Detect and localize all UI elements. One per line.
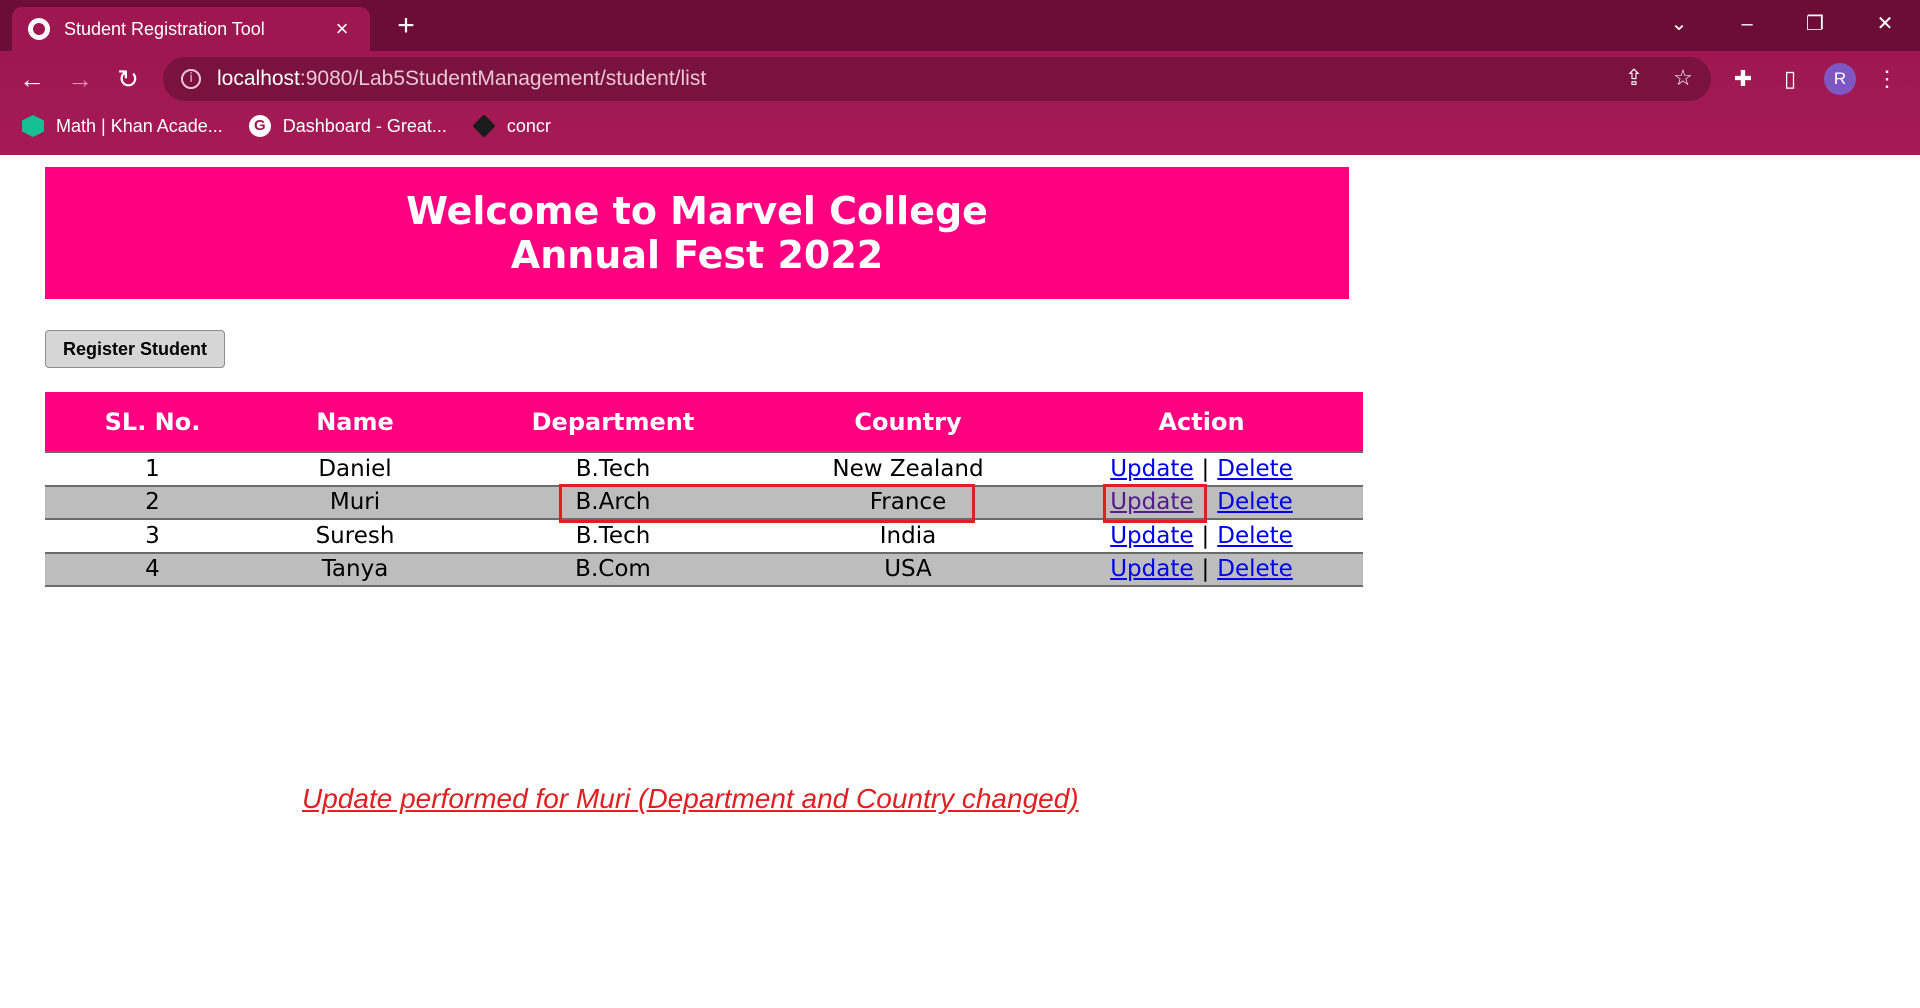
header-action: Action [1040,392,1363,453]
extensions-icon[interactable]: ✚ [1726,62,1760,96]
update-link[interactable]: Update [1110,456,1193,482]
url-path: :9080/Lab5StudentManagement/student/list [299,67,707,90]
table-header-row: SL. No. Name Department Country Action [45,392,1363,453]
header-department: Department [450,392,776,453]
header-sl-no: SL. No. [45,392,260,453]
cell-department: B.Arch [450,485,776,520]
menu-icon[interactable]: ⋮ [1870,62,1904,96]
cell-department: B.Tech [450,519,776,554]
table-row: 4 Tanya B.Com USA Update | Delete [45,552,1363,587]
khan-academy-icon [22,115,44,137]
cell-name: Daniel [260,452,450,487]
globe-icon [28,18,50,40]
bookmark-label: concr [506,115,551,136]
action-separator: | [1201,455,1210,482]
browser-toolbar: ← → ↻ i localhost :9080/Lab5StudentManag… [0,51,1920,106]
cell-sl: 2 [45,485,260,520]
minimize-icon[interactable]: – [1722,6,1772,42]
cell-country: France [776,485,1040,520]
cell-sl: 1 [45,452,260,487]
cell-action: Update | Delete [1040,552,1363,587]
bookmark-concr[interactable]: concr [472,114,551,138]
address-bar[interactable]: i localhost :9080/Lab5StudentManagement/… [163,57,1711,101]
page-content: Welcome to Marvel College Annual Fest 20… [0,155,1920,1008]
welcome-banner: Welcome to Marvel College Annual Fest 20… [45,167,1349,299]
reload-icon[interactable]: ↻ [108,59,148,99]
cell-department: B.Tech [450,452,776,487]
restore-icon[interactable]: ❐ [1790,6,1840,42]
tab-search-icon[interactable]: ⌄ [1654,6,1704,42]
profile-avatar[interactable]: R [1824,63,1856,95]
table-row: 3 Suresh B.Tech India Update | Delete [45,519,1363,554]
bookmark-star-icon[interactable]: ☆ [1668,63,1698,93]
bookmark-label: Dashboard - Great... [282,115,447,136]
bookmark-label: Math | Khan Acade... [56,115,223,136]
close-window-icon[interactable]: ✕ [1860,6,1910,42]
cell-department: B.Com [450,552,776,587]
table-row: 1 Daniel B.Tech New Zealand Update | Delet… [45,452,1363,487]
delete-link[interactable]: Delete [1217,523,1293,549]
banner-subtitle: Annual Fest 2022 [510,233,884,277]
cell-action: Update | Delete [1040,485,1363,520]
cell-action: Update | Delete [1040,519,1363,554]
bookmarks-bar: Math | Khan Acade... G Dashboard - Great… [0,108,1920,144]
student-table: SL. No. Name Department Country Action 1… [45,392,1363,587]
update-link[interactable]: Update [1110,489,1193,515]
concr-icon [472,114,496,138]
tab-strip: Student Registration Tool × + ⌄ – ❐ ✕ [0,0,1920,51]
url-host: localhost [217,67,300,90]
google-icon: G [248,115,271,137]
action-separator: | [1201,489,1210,516]
tab-title: Student Registration Tool [64,18,265,39]
update-annotation: Update performed for Muri (Department an… [302,783,1079,814]
cell-name: Muri [260,485,450,520]
cell-country: India [776,519,1040,554]
tab-close-icon[interactable]: × [330,16,354,42]
banner-title: Welcome to Marvel College [406,189,988,233]
cell-country: USA [776,552,1040,587]
delete-link[interactable]: Delete [1217,556,1293,582]
action-separator: | [1201,522,1210,549]
cell-name: Tanya [260,552,450,587]
header-country: Country [776,392,1040,453]
back-icon[interactable]: ← [12,59,52,99]
browser-tab[interactable]: Student Registration Tool × [12,7,370,51]
cell-sl: 4 [45,552,260,587]
delete-link[interactable]: Delete [1217,489,1293,515]
cell-country: New Zealand [776,452,1040,487]
table-row: 2 Muri B.Arch France Update | Delete [45,485,1363,520]
cell-action: Update | Delete [1040,452,1363,487]
update-link[interactable]: Update [1110,556,1193,582]
new-tab-icon[interactable]: + [390,10,422,42]
header-name: Name [260,392,450,453]
share-icon[interactable]: ⇪ [1619,63,1649,93]
site-info-icon[interactable]: i [181,69,201,89]
delete-link[interactable]: Delete [1217,456,1293,482]
bookmark-dashboard[interactable]: G Dashboard - Great... [248,115,447,137]
register-student-button[interactable]: Register Student [45,330,225,368]
forward-icon[interactable]: → [60,59,100,99]
cell-sl: 3 [45,519,260,554]
bookmark-khan-academy[interactable]: Math | Khan Acade... [22,115,223,137]
browser-chrome: Student Registration Tool × + ⌄ – ❐ ✕ ← … [0,0,1920,155]
side-panel-icon[interactable]: ▯ [1773,62,1807,96]
update-link[interactable]: Update [1110,523,1193,549]
cell-name: Suresh [260,519,450,554]
action-separator: | [1201,556,1210,583]
